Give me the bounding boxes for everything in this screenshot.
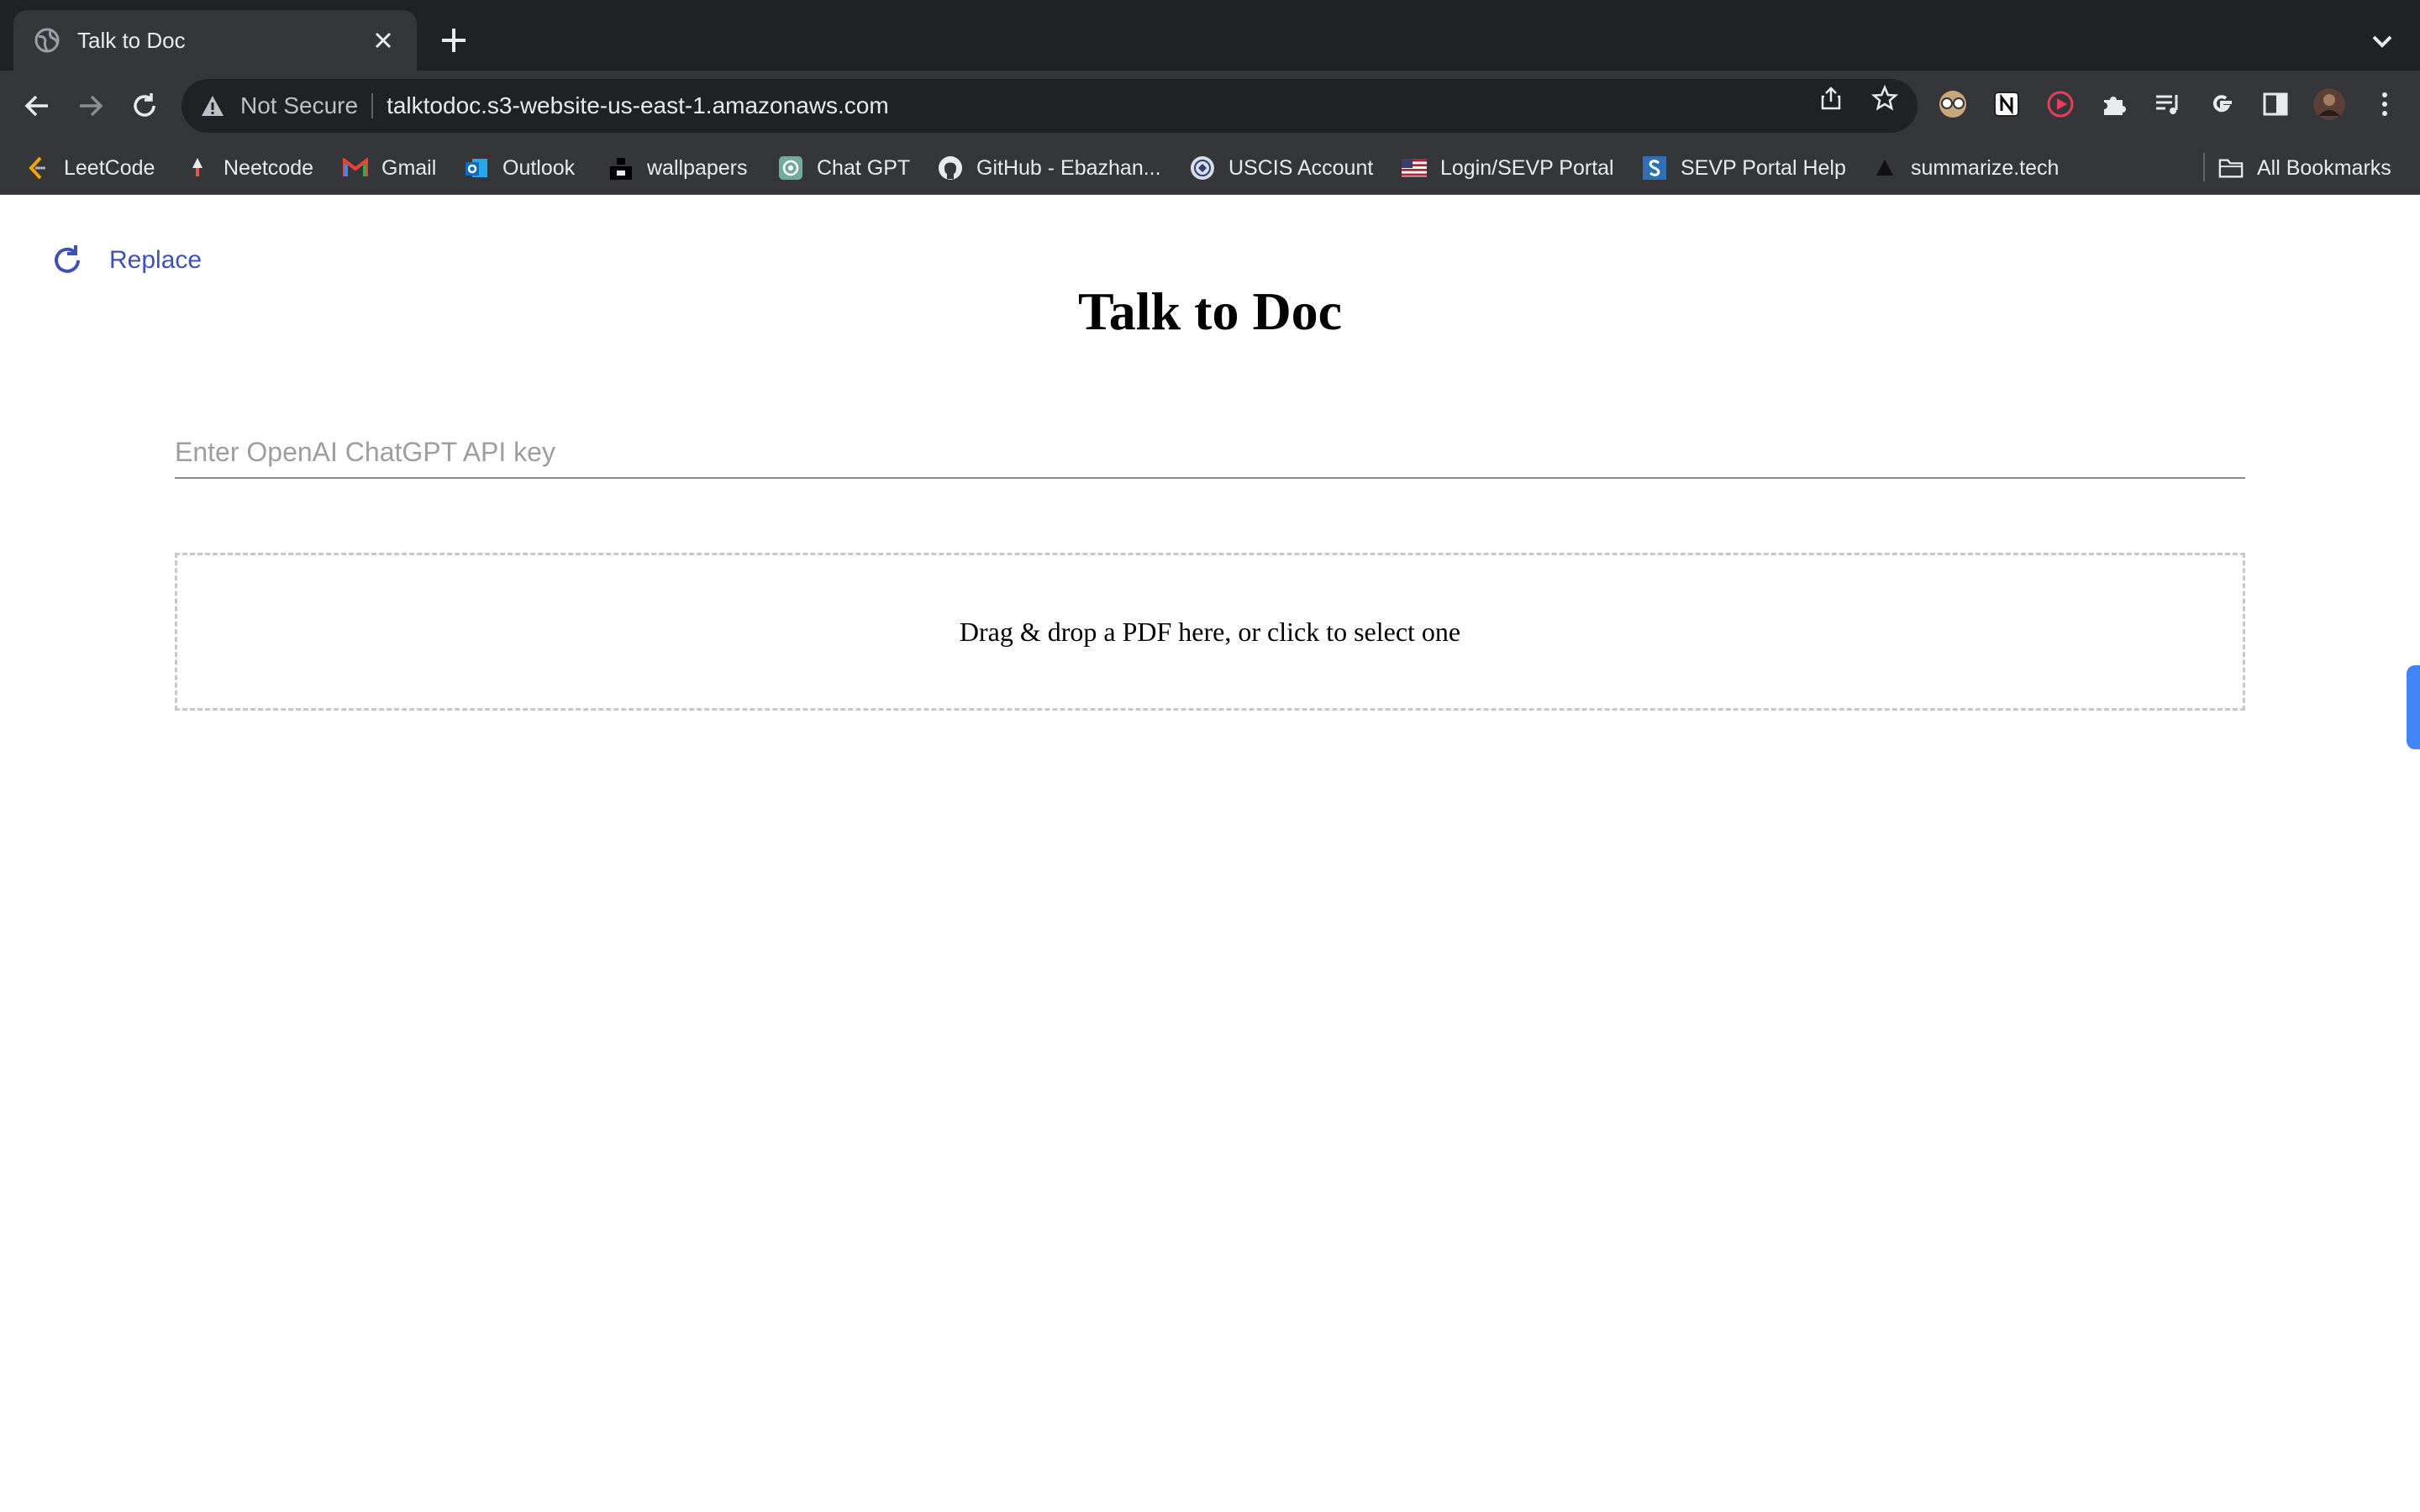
share-button[interactable] — [1817, 84, 1845, 113]
glasses-face-icon — [1939, 91, 1966, 118]
bookmark-label: Chat GPT — [817, 155, 911, 180]
warning-icon — [202, 96, 224, 116]
replace-label: Replace — [109, 246, 203, 274]
replace-button[interactable]: Replace — [50, 244, 202, 277]
bookmark-label: wallpapers — [647, 155, 748, 180]
us-flag-icon — [1402, 155, 1427, 181]
unsplash-icon — [608, 155, 634, 181]
media-queue-icon — [2156, 95, 2178, 114]
bookmark-github[interactable]: GitHub - Ebazhan... — [938, 153, 1161, 183]
bookmark-sevp-portal-help[interactable]: SEVP Portal Help — [1642, 153, 1846, 183]
side-panel-button[interactable] — [2259, 87, 2292, 121]
bookmark-label: LeetCode — [64, 155, 155, 180]
bookmark-label: Neetcode — [224, 155, 314, 180]
side-panel-icon — [2263, 92, 2288, 116]
reload-icon — [134, 93, 155, 117]
url-text[interactable]: talktodoc.s3-website-us-east-1.amazonaws… — [387, 92, 889, 119]
uscis-icon — [1190, 155, 1215, 181]
api-key-input[interactable] — [175, 427, 2245, 479]
reload-button[interactable] — [126, 87, 163, 124]
neetcode-icon — [185, 155, 210, 181]
bookmark-label: SEVP Portal Help — [1681, 155, 1846, 180]
extension-glasses-button[interactable] — [1936, 87, 1970, 121]
bookmark-gmail[interactable]: Gmail — [343, 153, 436, 183]
back-button[interactable] — [18, 87, 55, 124]
outlook-icon — [464, 155, 489, 181]
bookmarks-divider — [2203, 153, 2205, 181]
bookmark-label: Login/SEVP Portal — [1440, 155, 1614, 180]
folder-icon — [2218, 155, 2244, 181]
all-bookmarks-label: All Bookmarks — [2257, 155, 2391, 180]
bookmark-chat-gpt[interactable]: Chat GPT — [778, 153, 910, 183]
tab-search-chevron-icon[interactable] — [2370, 29, 2395, 54]
bookmark-outlook[interactable]: Outlook — [464, 153, 575, 183]
extensions-button[interactable] — [2097, 87, 2131, 121]
new-tab-button[interactable] — [439, 25, 469, 55]
bookmark-login-sevp-portal[interactable]: Login/SEVP Portal — [1402, 153, 1614, 183]
close-icon — [375, 32, 392, 49]
side-panel-handle[interactable] — [2407, 665, 2420, 749]
bookmark-leetcode[interactable]: LeetCode — [25, 153, 155, 183]
s-icon — [1642, 155, 1667, 181]
forward-button[interactable] — [72, 87, 109, 124]
chatgpt-icon — [778, 155, 803, 181]
bookmarks-bar: LeetCode Neetcode Gmail Outlook wallpape… — [0, 141, 2420, 195]
gmail-icon — [343, 155, 368, 181]
tab-title: Talk to Doc — [77, 27, 186, 53]
bookmark-label: GitHub - Ebazhan... — [976, 155, 1161, 180]
github-icon — [938, 155, 963, 181]
tab-close-button[interactable] — [370, 27, 397, 54]
address-divider — [371, 93, 374, 118]
pdf-dropzone[interactable]: Drag & drop a PDF here, or click to sele… — [175, 553, 2245, 711]
google-extension-button[interactable] — [2205, 87, 2238, 121]
all-bookmarks-button[interactable]: All Bookmarks — [2218, 153, 2391, 183]
tab-talk-to-doc[interactable]: Talk to Doc — [13, 10, 417, 71]
bookmark-label: summarize.tech — [1911, 155, 2060, 180]
back-arrow-icon — [24, 95, 48, 117]
bookmark-wallpapers[interactable]: wallpapers — [608, 153, 748, 183]
forward-arrow-icon — [80, 95, 103, 117]
share-icon — [1821, 87, 1841, 110]
browser-menu-button[interactable] — [2368, 87, 2402, 121]
dropzone-text: Drag & drop a PDF here, or click to sele… — [959, 616, 1461, 647]
play-circle-icon — [2047, 91, 2074, 118]
reading-list-button[interactable] — [2151, 87, 2185, 121]
bookmark-uscis-account[interactable]: USCIS Account — [1190, 153, 1373, 183]
address-bar[interactable]: Not Secure talktodoc.s3-website-us-east-… — [182, 79, 1918, 133]
bookmark-star-button[interactable] — [1870, 84, 1899, 113]
puzzle-icon — [2104, 97, 2126, 115]
bookmark-label: Outlook — [502, 155, 576, 180]
summarize-icon — [1872, 155, 1897, 181]
profile-button[interactable] — [2312, 87, 2346, 121]
security-status[interactable]: Not Secure — [240, 92, 358, 119]
star-icon — [1871, 85, 1898, 111]
bookmark-label: USCIS Account — [1228, 155, 1374, 180]
leetcode-icon — [25, 155, 50, 181]
bookmark-neetcode[interactable]: Neetcode — [185, 153, 313, 183]
bookmark-label: Gmail — [381, 155, 437, 180]
globe-icon — [34, 28, 60, 53]
refresh-icon — [55, 245, 80, 273]
video-extension-button[interactable] — [2044, 87, 2077, 121]
tab-strip: Talk to Doc — [0, 0, 2420, 71]
notion-icon — [1994, 92, 2019, 117]
bookmark-summarize-tech[interactable]: summarize.tech — [1872, 153, 2059, 183]
google-g-icon — [2212, 95, 2232, 113]
page-title: Talk to Doc — [1077, 281, 1343, 341]
avatar — [2313, 88, 2345, 120]
more-vert-icon — [2382, 92, 2387, 116]
notion-extension-button[interactable] — [1990, 87, 2023, 121]
